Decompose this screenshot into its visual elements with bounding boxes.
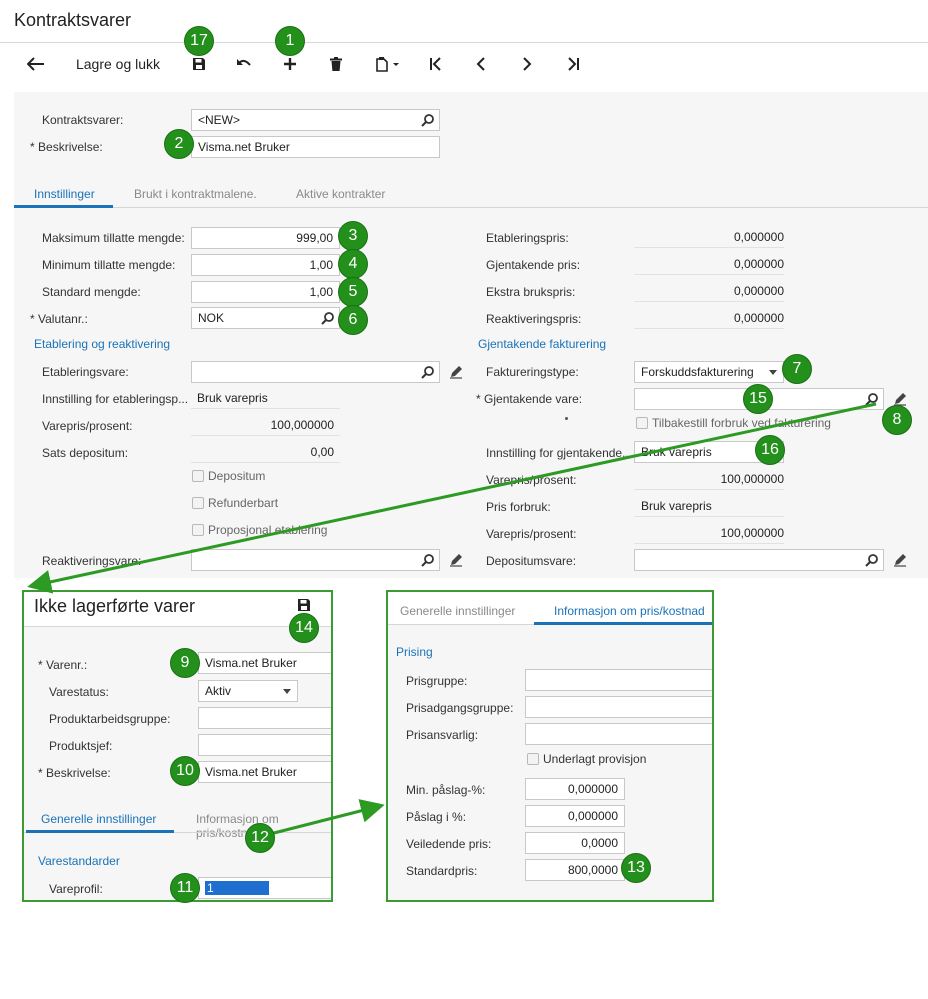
badge-8: 8	[882, 405, 912, 435]
badge-13: 13	[621, 853, 651, 883]
arrow-12-to-panel	[269, 799, 385, 836]
arrow-8-to-panel	[27, 402, 877, 594]
badge-2: 2	[164, 129, 194, 159]
badge-7: 7	[782, 354, 812, 384]
badge-1: 1	[275, 26, 305, 56]
badge-10: 10	[170, 756, 200, 786]
badge-14: 14	[289, 613, 319, 643]
badge-16: 16	[755, 435, 785, 465]
badge-15: 15	[743, 384, 773, 414]
badge-11: 11	[170, 873, 200, 903]
badge-6: 6	[338, 305, 368, 335]
badge-17: 17	[184, 26, 214, 56]
badge-4: 4	[338, 249, 368, 279]
badge-5: 5	[338, 277, 368, 307]
annotation-arrows	[27, 402, 877, 836]
badge-9: 9	[170, 648, 200, 678]
badge-3: 3	[338, 221, 368, 251]
badge-12: 12	[245, 823, 275, 853]
